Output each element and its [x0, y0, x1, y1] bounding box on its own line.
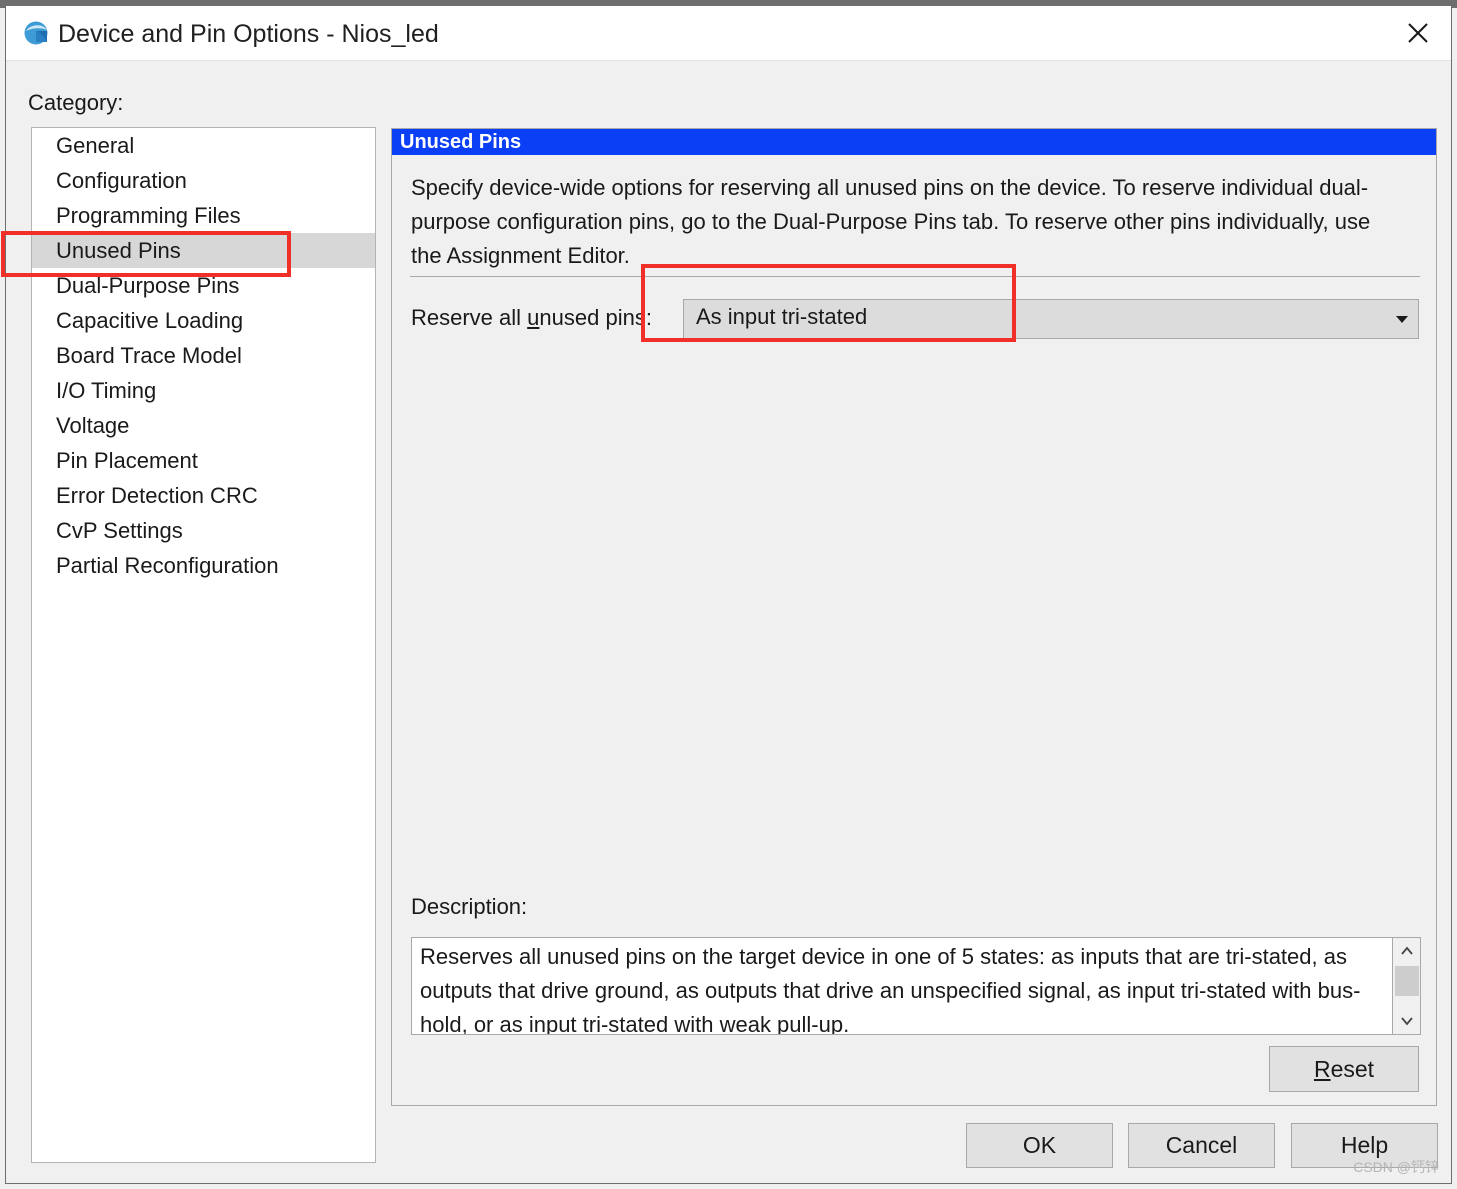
category-item[interactable]: CvP Settings [32, 513, 375, 548]
panel-header: Unused Pins [392, 129, 1436, 155]
description-scrollbar[interactable] [1392, 938, 1420, 1034]
description-text: Reserves all unused pins on the target d… [420, 944, 1361, 1035]
category-item-label: Configuration [56, 168, 187, 193]
category-item-label: CvP Settings [56, 518, 183, 543]
unused-pins-panel: Unused Pins Specify device-wide options … [391, 128, 1437, 1106]
category-item-label: Unused Pins [56, 238, 181, 263]
window-title: Device and Pin Options - Nios_led [58, 20, 439, 48]
device-and-pin-options-dialog: Device and Pin Options - Nios_led Catego… [1, 5, 1452, 1184]
category-item-label: Dual-Purpose Pins [56, 273, 240, 298]
quartus-sphere-icon [23, 20, 51, 48]
category-label: Category: [28, 90, 124, 115]
reserve-unused-pins-select[interactable]: As input tri-stated [683, 299, 1419, 339]
scroll-up-icon[interactable] [1393, 938, 1420, 964]
category-item[interactable]: Voltage [32, 408, 375, 443]
category-item-label: Capacitive Loading [56, 308, 244, 333]
category-item[interactable]: Capacitive Loading [32, 303, 375, 338]
reset-button[interactable]: Reset [1269, 1046, 1419, 1092]
category-item[interactable]: Error Detection CRC [32, 478, 375, 513]
category-item[interactable]: General [32, 128, 375, 163]
category-list[interactable]: General Configuration Programming Files Unu… [31, 127, 376, 1163]
category-item[interactable]: Partial Reconfiguration [32, 548, 375, 583]
description-label: Description: [411, 894, 528, 919]
scrollbar-thumb[interactable] [1395, 966, 1419, 996]
reserve-unused-pins-label: Reserve all unused pins: [411, 305, 652, 330]
category-item-label: General [56, 133, 135, 158]
description-textbox[interactable]: Reserves all unused pins on the target d… [411, 937, 1421, 1035]
panel-description: Specify device-wide options for reservin… [411, 175, 1371, 268]
category-item[interactable]: Configuration [32, 163, 375, 198]
category-item-label: Error Detection CRC [56, 483, 258, 508]
chevron-down-icon [1396, 316, 1408, 323]
close-icon[interactable] [1385, 6, 1451, 60]
category-item[interactable]: Unused Pins [32, 233, 375, 268]
panel-divider [410, 276, 1420, 277]
category-item[interactable]: Dual-Purpose Pins [32, 268, 375, 303]
category-item-label: Programming Files [56, 203, 241, 228]
category-item[interactable]: I/O Timing [32, 373, 375, 408]
reserve-unused-pins-row: Reserve all unused pins: As input tri-st… [411, 299, 1419, 339]
category-item-label: Voltage [56, 413, 130, 438]
category-item-label: Board Trace Model [56, 343, 242, 368]
category-item[interactable]: Pin Placement [32, 443, 375, 478]
watermark: CSDN @钙锌 [1353, 1159, 1439, 1175]
category-item-label: Pin Placement [56, 448, 198, 473]
reserve-unused-pins-value: As input tri-stated [696, 304, 868, 329]
ok-button[interactable]: OK [966, 1123, 1113, 1168]
category-item-label: I/O Timing [56, 378, 157, 403]
dialog-screen: Device and Pin Options - Nios_led Catego… [0, 0, 1457, 1189]
title-bar: Device and Pin Options - Nios_led [6, 6, 1451, 61]
scroll-down-icon[interactable] [1393, 1008, 1420, 1034]
cancel-button[interactable]: Cancel [1128, 1123, 1275, 1168]
category-item-label: Partial Reconfiguration [56, 553, 279, 578]
category-item[interactable]: Board Trace Model [32, 338, 375, 373]
category-item[interactable]: Programming Files [32, 198, 375, 233]
